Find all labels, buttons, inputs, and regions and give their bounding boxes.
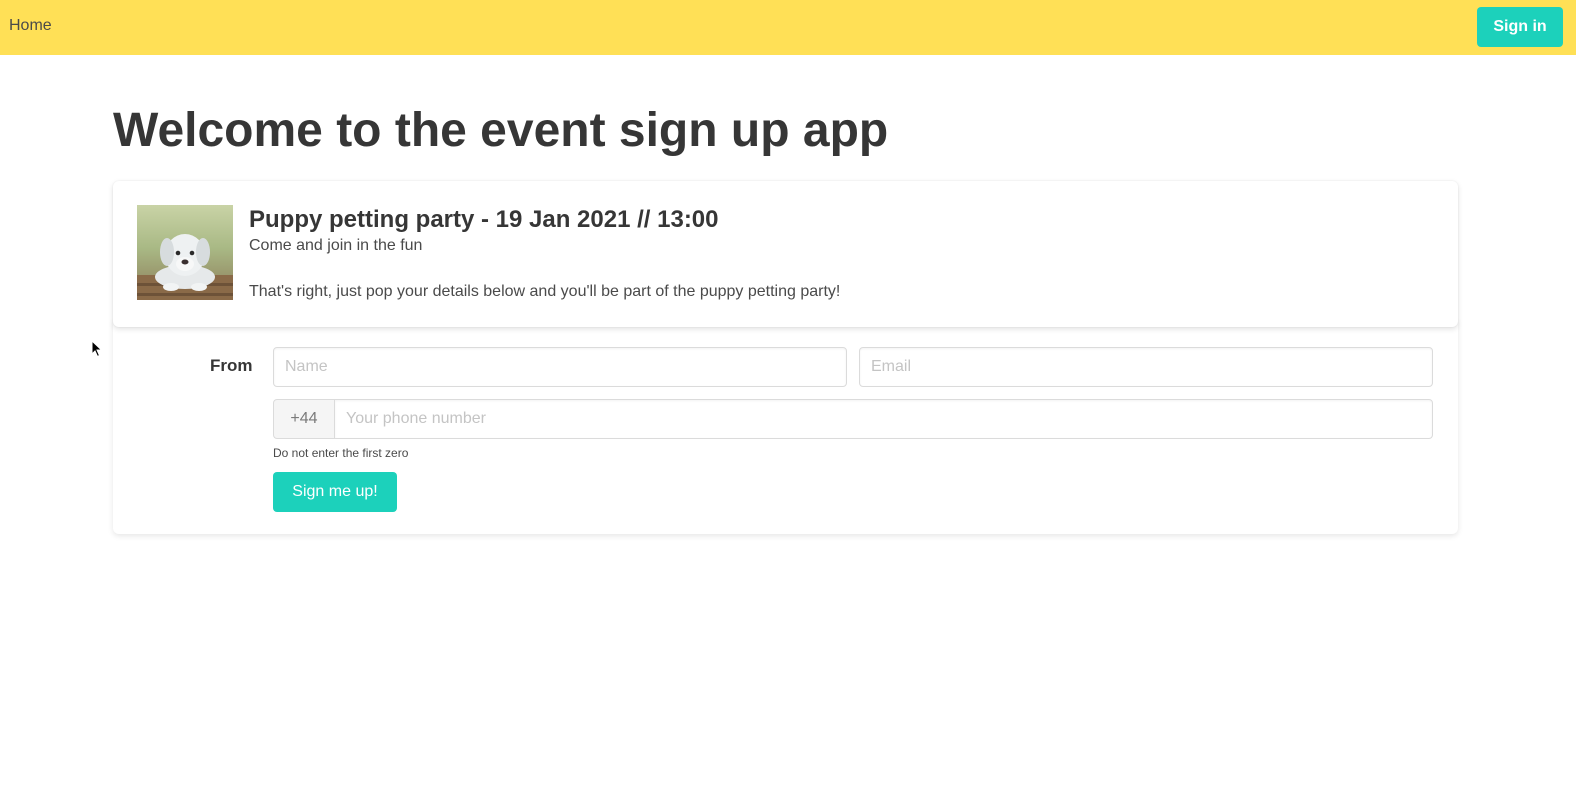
phone-country-code: +44 [273,399,335,439]
phone-input[interactable] [334,399,1433,439]
puppy-image [137,205,233,300]
event-subtitle: Come and join in the fun [249,237,423,254]
top-navbar: Home Sign in [0,0,1576,55]
nav-home-link[interactable]: Home [9,17,52,35]
page-title: Welcome to the event sign up app [113,104,889,157]
event-title: Puppy petting party - 19 Jan 2021 // 13:… [249,206,719,233]
sign-me-up-button[interactable]: Sign me up! [273,472,397,512]
name-input[interactable] [273,347,847,387]
event-description: That's right, just pop your details belo… [249,283,841,300]
from-label: From [210,356,253,375]
email-input[interactable] [859,347,1433,387]
phone-help-text: Do not enter the first zero [273,446,409,460]
mouse-cursor-icon [91,340,103,358]
event-card: Puppy petting party - 19 Jan 2021 // 13:… [113,181,1458,327]
sign-in-button[interactable]: Sign in [1477,7,1563,47]
signup-form: From +44 Do not enter the first zero Sig… [113,320,1458,534]
phone-field-group: +44 [273,399,1433,439]
